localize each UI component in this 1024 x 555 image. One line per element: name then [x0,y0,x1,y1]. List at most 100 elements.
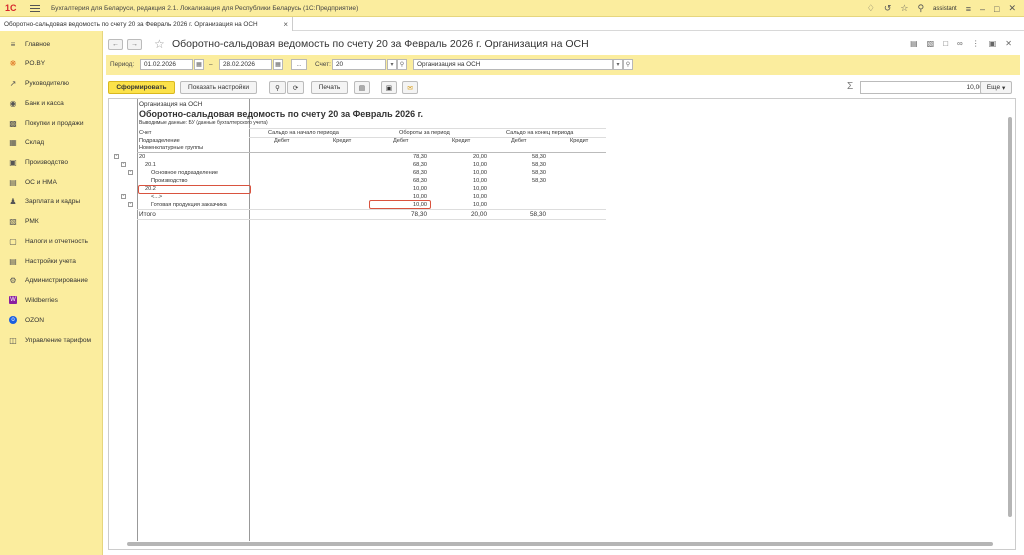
sidebar-item-warehouse[interactable]: ▦ Склад [9,136,44,148]
tree-collapse-icon[interactable]: - [121,194,126,199]
sidebar-item-ozon[interactable]: o OZON [9,314,44,326]
horizontal-scrollbar[interactable] [117,541,1005,547]
cell-turnover-debit[interactable]: 78,30 [375,154,427,160]
cell-turnover-credit[interactable]: 10,00 [435,162,487,168]
titlebar-actions: ♢ ↺ ☆ ⚲ assistant ≡ – □ ✕ [867,0,1016,17]
show-settings-button[interactable]: Показать настройки [180,81,257,94]
print-button[interactable]: Печать [311,81,348,94]
sidebar-item-bank[interactable]: ◉ Банк и касса [9,97,64,109]
vertical-scrollbar[interactable] [1007,107,1013,537]
print-icon[interactable]: ▧ [927,39,935,48]
row-label[interactable]: Основное подразделение [151,170,218,176]
sidebar-item-accounting-settings[interactable]: ▤ Настройки учета [9,255,76,267]
sidebar-item-salary[interactable]: ♟ Зарплата и кадры [9,195,80,207]
preview-button[interactable]: ▤ [354,81,370,94]
sidebar-item-main[interactable]: ≡ Главное [9,38,51,50]
cell-closing-debit[interactable]: 58,30 [494,170,546,176]
sidebar-item-manager[interactable]: ↗ Руководителю [9,77,69,89]
find-button[interactable]: ⚲ [269,81,286,94]
period-choose-button[interactable]: ... [291,59,307,70]
cell-turnover-credit[interactable]: 10,00 [435,186,487,192]
account-dropdown-icon[interactable]: ▾ [387,59,397,70]
cell-turnover-debit[interactable]: 68,30 [375,162,427,168]
report-left-border [137,99,138,541]
tab-close-icon[interactable]: × [283,20,288,29]
minimize-icon[interactable]: – [980,4,985,14]
row-label[interactable]: 20.1 [145,162,156,168]
cell-turnover-debit[interactable]: 10,00 [375,186,427,192]
row-label[interactable]: Готовая продукция заказчика [151,202,227,208]
organization-open-icon[interactable]: ⚲ [623,59,633,70]
organization-dropdown-icon[interactable]: ▾ [613,59,623,70]
tab-osv-report[interactable]: Оборотно-сальдовая ведомость по счету 20… [0,17,293,31]
save-report-button[interactable]: ▣ [381,81,397,94]
sidebar-item-admin[interactable]: ⚙ Администрирование [9,274,87,286]
save-icon[interactable]: ▤ [910,39,918,48]
row-label[interactable]: Производство [151,178,187,184]
main-menu-icon[interactable] [30,4,40,12]
close-icon[interactable]: ✕ [1008,3,1016,14]
cell-turnover-credit[interactable]: 20,00 [435,154,487,160]
settings-menu-icon[interactable]: ≡ [966,4,971,14]
window-icon[interactable]: □ [943,39,948,48]
cell-closing-debit[interactable]: 58,30 [494,154,546,160]
calendar-to-icon[interactable]: ▦ [273,59,283,70]
cell-turnover-credit[interactable]: 10,00 [435,194,487,200]
col-group-closing: Сальдо на конец периода [506,130,574,136]
period-dash: – [209,61,213,68]
generate-button[interactable]: Сформировать [108,81,175,94]
wb-icon: W [9,296,17,304]
cell-closing-debit[interactable]: 58,30 [494,162,546,168]
send-button[interactable]: ✉ [402,81,418,94]
history-icon[interactable]: ↺ [884,3,892,14]
sidebar-item-wildberries[interactable]: W Wildberries [9,294,58,306]
account-open-icon[interactable]: ⚲ [397,59,407,70]
sidebar-item-taxes[interactable]: ▢ Налоги и отчетность [9,235,88,247]
maximize-icon[interactable]: □ [994,4,999,14]
link-icon[interactable]: ∞ [957,39,963,48]
row-label[interactable]: <...> [151,194,162,200]
forward-button[interactable]: → [127,39,142,50]
main-area: ← → ☆ Оборотно-сальдовая ведомость по сч… [103,31,1024,555]
tree-collapse-icon[interactable]: - [114,154,119,159]
cell-closing-debit[interactable]: 58,30 [494,178,546,184]
cell-turnover-debit[interactable]: 68,30 [375,178,427,184]
calendar-from-icon[interactable]: ▦ [194,59,204,70]
window-close-icon[interactable]: ✕ [1005,39,1012,48]
date-to-field[interactable]: 28.02.2026 [219,59,272,70]
tree-collapse-icon[interactable]: - [128,170,133,175]
floppy-icon: ▣ [385,84,393,92]
search-icon[interactable]: ⚲ [917,3,924,14]
more-icon[interactable]: ⋮ [972,39,980,48]
trend-icon: ↗ [9,78,17,88]
expand-icon[interactable]: ▣ [989,39,997,48]
sidebar-item-assets[interactable]: ▤ ОС и НМА [9,176,57,188]
date-from-field[interactable]: 01.02.2026 [140,59,193,70]
row-header-nomenclature: Номенклатурные группы [139,145,204,151]
row-label[interactable]: 20 [139,154,145,160]
account-field[interactable]: 20 [332,59,386,70]
cell-turnover-credit[interactable]: 10,00 [435,202,487,208]
favorite-star-icon[interactable]: ☆ [154,37,165,51]
cell-turnover-debit[interactable]: 68,30 [375,170,427,176]
sidebar-item-pos[interactable]: ▧ РМК [9,215,38,227]
find-next-button[interactable]: ⟳ [287,81,304,94]
tree-collapse-icon[interactable]: - [128,202,133,207]
user-name[interactable]: assistant [933,6,957,12]
sidebar-item-production[interactable]: ▣ Производство [9,156,68,168]
organization-field[interactable]: Организация на ОСН [413,59,613,70]
bell-icon[interactable]: ♢ [867,3,875,14]
cell-turnover-credit[interactable]: 10,00 [435,170,487,176]
more-button[interactable]: Еще ▾ [980,81,1012,94]
chart-icon: ▢ [9,236,17,246]
sidebar-item-purchases[interactable]: ▩ Покупки и продажи [9,117,83,129]
logo-1c: 1С [5,3,17,13]
sidebar-item-tariff[interactable]: ◫ Управление тарифом [9,334,91,346]
row-header-account: Счет [139,130,152,136]
back-button[interactable]: ← [108,39,123,50]
ozon-icon: o [9,316,17,324]
star-icon[interactable]: ☆ [900,3,908,14]
sidebar-item-poby[interactable]: ❋ PO.BY [9,57,46,69]
tree-collapse-icon[interactable]: - [121,162,126,167]
cell-turnover-credit[interactable]: 10,00 [435,178,487,184]
